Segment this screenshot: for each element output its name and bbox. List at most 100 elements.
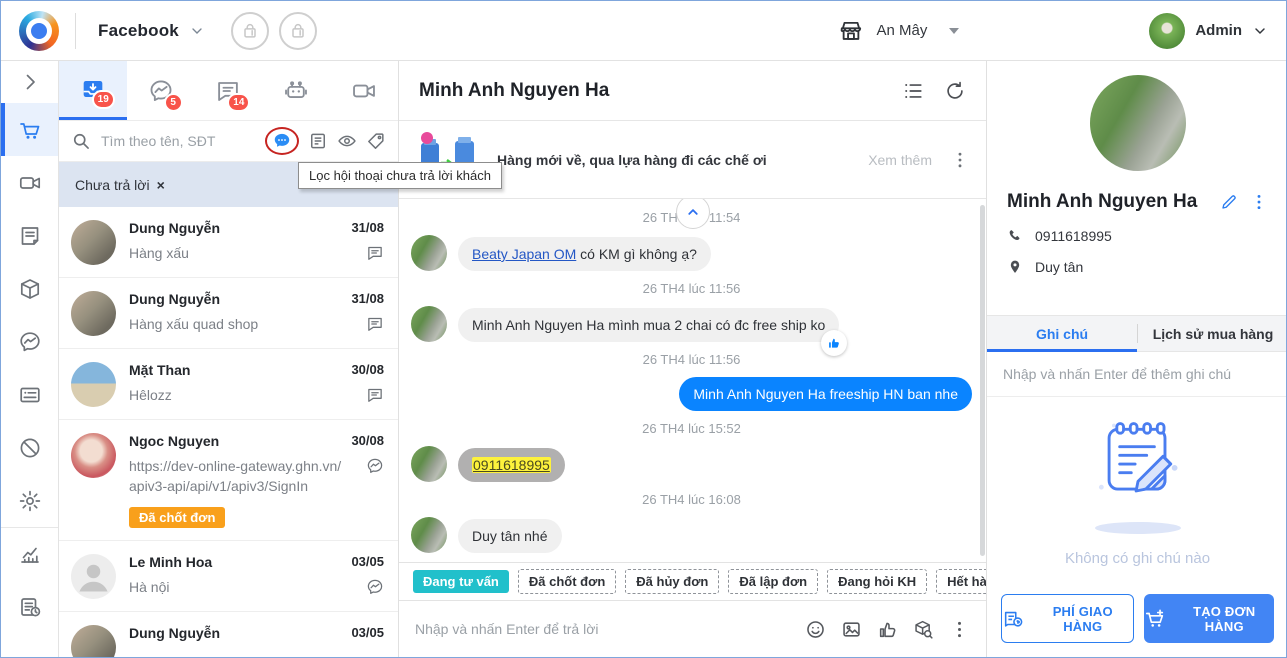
conversation-date: 03/05 xyxy=(351,624,384,640)
conversation-item[interactable]: Ngoc Nguyen https://dev-online-gateway.gh… xyxy=(59,420,398,541)
customer-avatar xyxy=(1089,75,1186,171)
package-icon xyxy=(18,277,42,301)
video-camera-icon xyxy=(351,78,377,104)
channel-tab-messenger[interactable]: 5 xyxy=(127,61,195,120)
contact-avatar xyxy=(411,235,447,271)
sidebar-item-chart[interactable] xyxy=(1,527,58,580)
conversation-list: Dung Nguyễn Hàng xấu 31/08 Dung Nguyễn Hàng … xyxy=(59,207,398,657)
like-icon[interactable] xyxy=(877,619,898,640)
status-tag-button[interactable]: Đã lập đơn xyxy=(728,569,819,594)
channel-tab-inbox[interactable]: 19 xyxy=(59,61,127,120)
message-bubble: Duy tân nhé xyxy=(458,519,562,554)
see-more-link[interactable]: Xem thêm xyxy=(868,152,932,168)
conversation-date: 30/08 xyxy=(351,362,384,377)
store-selector[interactable]: An Mây xyxy=(838,18,960,44)
conversation-item[interactable]: Le Minh Hoa Hà nội 03/05 xyxy=(59,540,398,612)
sidebar-item-news[interactable] xyxy=(1,209,58,262)
more-options-icon[interactable] xyxy=(949,619,970,640)
message-preview: Hàng xấu quad shop xyxy=(129,316,259,332)
edit-pencil-icon[interactable] xyxy=(1220,193,1238,211)
message-list: 26 TH4 lúc 11:54Beaty Japan OM có KM gì … xyxy=(399,199,986,562)
channel-tab-comment[interactable]: 14 xyxy=(195,61,263,120)
customer-location-row: Duy tân xyxy=(1007,259,1268,275)
product-search-icon[interactable] xyxy=(913,619,934,640)
status-tag-button[interactable]: Đã hủy đơn xyxy=(625,569,720,594)
notepad-illustration-icon xyxy=(1080,412,1196,518)
status-tag: Đã chốt đơn xyxy=(129,506,226,528)
customer-phone-row: 0911618995 xyxy=(1007,228,1268,244)
sidebar-item-package[interactable] xyxy=(1,262,58,315)
more-options-icon[interactable] xyxy=(950,150,970,170)
search-input[interactable] xyxy=(101,133,265,149)
message-bubble: Minh Anh Nguyen Ha mình mua 2 chai có đc… xyxy=(458,307,848,356)
sidebar-item-video-camera[interactable] xyxy=(1,156,58,209)
message-row: Duy tân nhé xyxy=(411,517,972,554)
conversation-item[interactable]: Dung Nguyễn Hàng xấu 31/08 xyxy=(59,207,398,278)
status-tag-button[interactable]: Đã chốt đơn xyxy=(517,569,617,594)
create-order-button[interactable]: TẠO ĐƠN HÀNG xyxy=(1143,594,1274,643)
card-list-icon xyxy=(18,383,42,407)
comment-icon xyxy=(366,315,384,333)
sidebar-item-messenger[interactable] xyxy=(1,315,58,368)
conversation-panel: 19 5 14 Tìm theo tên, SĐT Chưa trả lời ×… xyxy=(59,61,399,657)
eye-filter-icon[interactable] xyxy=(337,131,357,151)
contact-avatar xyxy=(411,306,447,342)
sidebar-item-card-list[interactable] xyxy=(1,368,58,421)
caret-down-icon xyxy=(949,27,960,34)
chat-dots-filter-icon[interactable] xyxy=(272,131,292,151)
conversation-date: 30/08 xyxy=(351,433,384,448)
message-preview: Hêlozz xyxy=(129,387,172,403)
tab-notes[interactable]: Ghi chú xyxy=(987,316,1137,352)
contact-name: Mặt Than xyxy=(129,362,191,378)
channel-selector[interactable]: Facebook xyxy=(98,21,179,41)
tag-filter-icon[interactable] xyxy=(366,131,386,151)
sidebar-item-cart[interactable] xyxy=(1,103,58,156)
sidebar-item-gear[interactable] xyxy=(1,474,58,527)
user-menu[interactable]: Admin xyxy=(1149,12,1268,49)
chevron-down-icon[interactable] xyxy=(189,23,205,39)
more-options-icon[interactable] xyxy=(1250,193,1268,211)
chat-scrollbar[interactable] xyxy=(980,205,985,556)
filter-chip-label: Chưa trả lời xyxy=(75,176,150,193)
sidebar-item-block[interactable] xyxy=(1,421,58,474)
shop-bag-icon[interactable] xyxy=(278,11,317,50)
close-icon[interactable]: × xyxy=(157,177,165,193)
shipping-fee-label: PHÍ GIAO HÀNG xyxy=(1052,603,1113,634)
reply-input[interactable] xyxy=(415,621,805,637)
shipping-fee-button[interactable]: PHÍ GIAO HÀNG xyxy=(1001,594,1134,643)
conversation-item[interactable]: Dung Nguyễn Hàng xấu quad shop 31/08 xyxy=(59,278,398,349)
refresh-icon[interactable] xyxy=(944,80,966,102)
message-preview: https://dev-online-gateway.ghn.vn/apiv3-… xyxy=(129,458,342,495)
channel-tab-bot[interactable] xyxy=(262,61,330,120)
shop-bag-icon[interactable] xyxy=(230,11,269,50)
status-tags-row: Đang tư vấn Đã chốt đơn Đã hủy đơn Đã lập đ… xyxy=(399,562,1078,600)
message-link[interactable]: Beaty Japan OM xyxy=(472,246,576,262)
sidebar-rail xyxy=(1,61,59,657)
conversation-date: 03/05 xyxy=(351,553,384,569)
message-row: Minh Anh Nguyen Ha freeship HN ban nhe xyxy=(411,377,972,412)
conversation-item[interactable]: Dung Nguyễn 03/05 xyxy=(59,611,398,657)
status-tag-button[interactable]: Đang tư vấn xyxy=(413,570,509,593)
report-icon xyxy=(18,595,42,619)
channel-tab-video-camera[interactable] xyxy=(330,61,398,120)
phone-number-highlight[interactable]: 0911618995 xyxy=(472,457,551,473)
chat-panel: Minh Anh Nguyen Ha Hàng mới về, qua lựa … xyxy=(399,61,1078,657)
emoji-icon[interactable] xyxy=(805,619,826,640)
conversation-item[interactable]: Mặt Than Hêlozz 30/08 xyxy=(59,349,398,420)
note-input[interactable] xyxy=(1003,366,1272,382)
tab-purchase-history[interactable]: Lịch sử mua hàng xyxy=(1138,316,1286,351)
messenger-icon xyxy=(366,578,384,596)
note-filter-icon[interactable] xyxy=(308,131,328,151)
status-tag-button[interactable]: Đang hỏi KH xyxy=(827,569,928,594)
gear-icon xyxy=(18,489,42,513)
location-pin-icon xyxy=(1007,259,1023,275)
create-order-label: TẠO ĐƠN HÀNG xyxy=(1193,603,1256,634)
sidebar-item-chevron-right[interactable] xyxy=(1,61,58,103)
chevron-right-icon xyxy=(18,70,42,94)
messenger-icon xyxy=(366,457,384,475)
image-attach-icon[interactable] xyxy=(841,619,862,640)
storefront-icon xyxy=(838,18,864,44)
news-icon xyxy=(18,224,42,248)
conversation-detail-list-icon[interactable] xyxy=(902,80,924,102)
sidebar-item-report[interactable] xyxy=(1,580,58,633)
